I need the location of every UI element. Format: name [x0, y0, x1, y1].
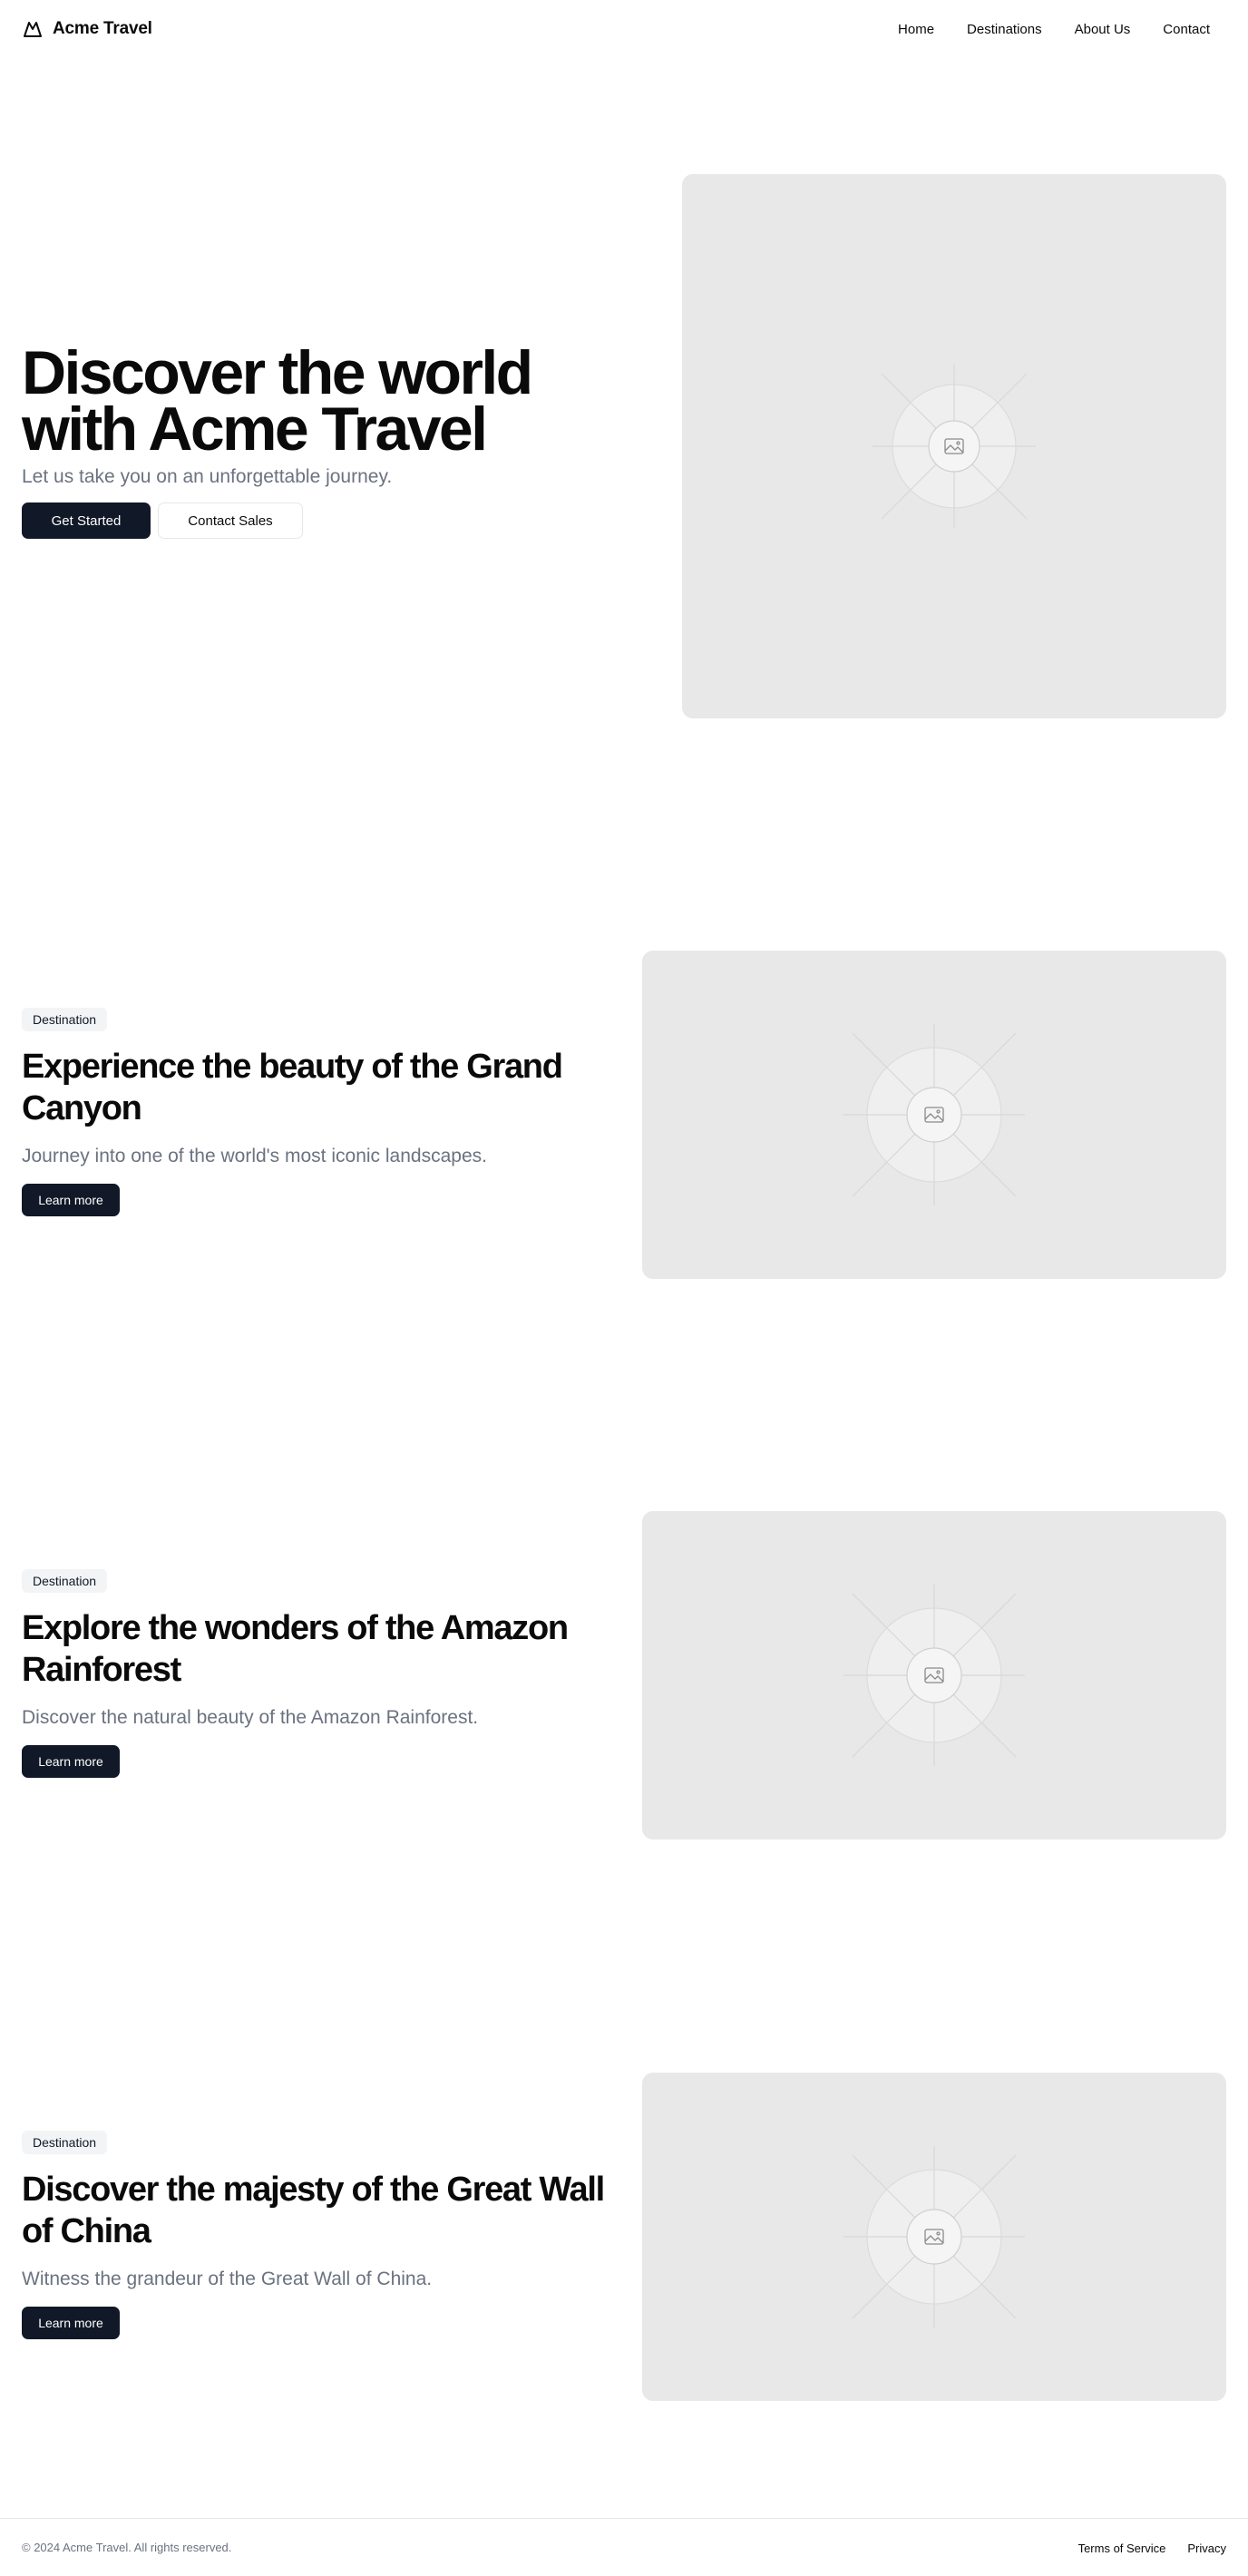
nav-destinations[interactable]: Destinations [951, 15, 1058, 44]
image-placeholder-icon [843, 1024, 1025, 1205]
destination-text: Destination Discover the majesty of the … [22, 2131, 620, 2339]
main-nav: Home Destinations About Us Contact [882, 0, 1226, 58]
image-placeholder-icon [843, 1585, 1025, 1766]
nav-home[interactable]: Home [882, 15, 951, 44]
hero-text: Discover the world with Acme Travel Let … [22, 338, 639, 539]
brand-name: Acme Travel [53, 19, 152, 38]
terms-of-service-link[interactable]: Terms of Service [1078, 2542, 1166, 2555]
copyright-text: © 2024 Acme Travel. All rights reserved. [22, 2541, 232, 2554]
learn-more-button[interactable]: Learn more [22, 1745, 120, 1778]
brand-logo-link[interactable]: Acme Travel [22, 18, 152, 40]
destination-image-placeholder [642, 951, 1226, 1279]
privacy-link[interactable]: Privacy [1187, 2542, 1226, 2555]
destination-subtitle: Discover the natural beauty of the Amazo… [22, 1707, 479, 1728]
site-footer: © 2024 Acme Travel. All rights reserved.… [0, 2518, 1248, 2576]
image-placeholder-icon [843, 2146, 1025, 2327]
destination-title: Discover the majesty of the Great Wall o… [22, 2171, 605, 2250]
destination-title: Explore the wonders of the Amazon Rainfo… [22, 1609, 569, 1689]
destination-subtitle: Journey into one of the world's most ico… [22, 1146, 487, 1166]
hero-image-placeholder [682, 174, 1226, 718]
destination-badge: Destination [22, 2131, 108, 2154]
destination-title: Experience the beauty of the Grand Canyo… [22, 1048, 563, 1127]
nav-about-us[interactable]: About Us [1058, 15, 1147, 44]
hero-subtitle: Let us take you on an unforgettable jour… [22, 466, 393, 487]
destination-badge: Destination [22, 1008, 108, 1031]
destination-badge: Destination [22, 1569, 108, 1593]
footer-links: Terms of Service Privacy [1078, 2519, 1226, 2576]
contact-sales-button[interactable]: Contact Sales [158, 503, 303, 539]
hero-buttons: Get Started Contact Sales [22, 503, 639, 539]
learn-more-button[interactable]: Learn more [22, 2307, 120, 2339]
site-header: Acme Travel Home Destinations About Us C… [0, 0, 1248, 58]
get-started-button[interactable]: Get Started [22, 503, 151, 539]
destination-text: Destination Experience the beauty of the… [22, 1008, 620, 1216]
destination-subtitle: Witness the grandeur of the Great Wall o… [22, 2269, 433, 2289]
image-placeholder-icon [873, 365, 1036, 528]
destination-image-placeholder [642, 1511, 1226, 1839]
destination-text: Destination Explore the wonders of the A… [22, 1569, 620, 1778]
destination-image-placeholder [642, 2073, 1226, 2401]
mountain-icon [24, 22, 42, 37]
learn-more-button[interactable]: Learn more [22, 1184, 120, 1216]
nav-contact[interactable]: Contact [1146, 15, 1226, 44]
hero-title: Discover the world with Acme Travel [22, 338, 533, 463]
